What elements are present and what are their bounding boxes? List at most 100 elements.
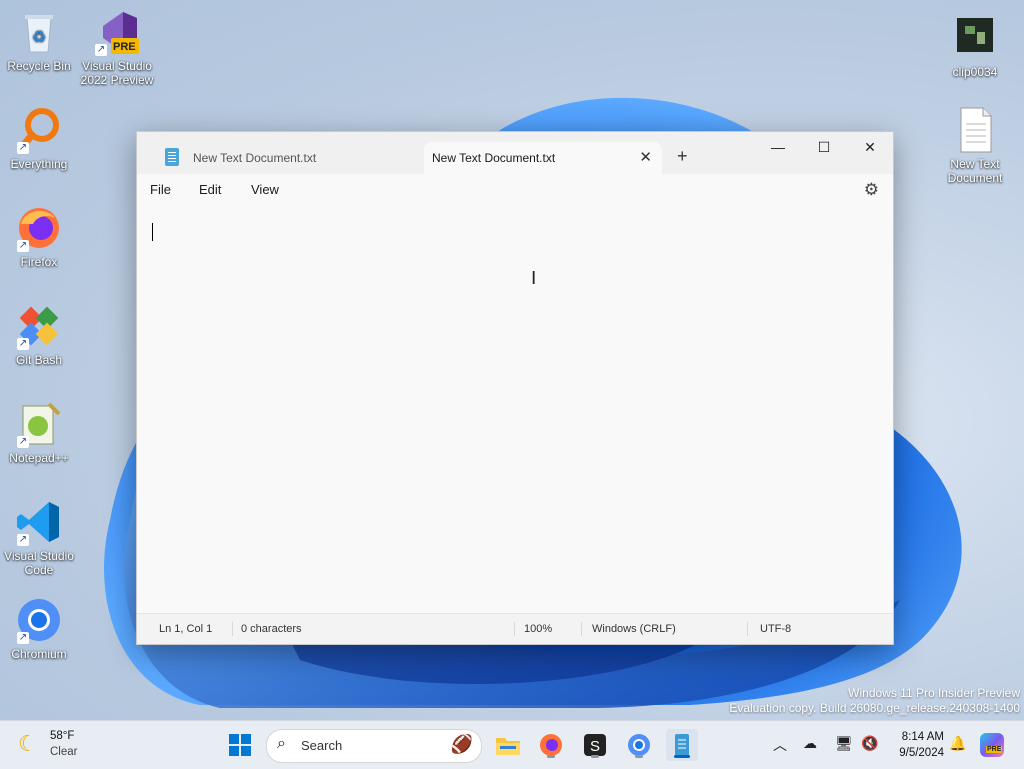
watermark-line2: Evaluation copy. Build 26080.ge_release.… <box>729 701 1020 715</box>
desktop-icon-label: Visual Studio Code <box>4 549 74 577</box>
new-tab-button[interactable]: + <box>677 146 688 167</box>
status-separator <box>232 622 233 636</box>
text-caret <box>152 223 153 241</box>
close-tab-icon[interactable]: ✕ <box>639 142 652 174</box>
shortcut-arrow-icon: ↗ <box>17 338 29 350</box>
taskbar-app-s[interactable]: S <box>579 729 611 761</box>
desktop-icon-notepad-plus-plus[interactable]: ↗ Notepad++ <box>0 400 78 465</box>
desktop-icon-label: Visual Studio 2022 Preview <box>80 59 154 87</box>
menu-edit[interactable]: Edit <box>199 182 221 197</box>
weather-widget[interactable]: ☾ 58°F Clear <box>16 729 106 761</box>
tab-inactive[interactable]: New Text Document.txt <box>149 142 421 174</box>
status-separator <box>747 622 748 636</box>
everything-search-icon: ↗ <box>15 106 63 154</box>
tab-active[interactable]: New Text Document.txt ✕ <box>424 142 662 174</box>
desktop-icon-recycle-bin[interactable]: ♻ Recycle Bin <box>0 8 78 73</box>
shortcut-arrow-icon: ↗ <box>17 240 29 252</box>
settings-gear-icon[interactable]: ⚙ <box>864 180 879 200</box>
notepad-plus-plus-icon: ↗ <box>15 400 63 448</box>
minimize-button[interactable]: — <box>755 132 801 162</box>
shortcut-arrow-icon: ↗ <box>17 632 29 644</box>
taskbar-clock[interactable]: 8:14 AM 9/5/2024 <box>880 729 944 761</box>
taskbar-search-box[interactable]: ⌕ Search 🏈 <box>266 729 482 763</box>
status-separator <box>581 622 582 636</box>
network-monitor-icon[interactable]: 🖥 <box>835 735 853 752</box>
chromium-icon: ↗ <box>15 596 63 644</box>
notification-bell-icon[interactable]: 🔔 <box>949 735 966 752</box>
onedrive-cloud-icon[interactable]: ☁ <box>803 735 817 752</box>
menu-bar: File Edit View ⚙ <box>137 174 893 206</box>
shortcut-arrow-icon: ↗ <box>95 44 107 56</box>
running-indicator <box>591 755 599 758</box>
windows-logo-icon <box>229 734 251 756</box>
maximize-button[interactable]: ☐ <box>801 132 847 162</box>
weather-temperature: 58°F <box>50 730 75 742</box>
desktop-icon-label: Chromium <box>11 647 67 661</box>
watermark-line1: Windows 11 Pro Insider Preview <box>848 686 1020 700</box>
text-file-icon <box>951 106 999 154</box>
status-bar: Ln 1, Col 1 0 characters 100% Windows (C… <box>137 613 893 644</box>
taskbar-chromium[interactable] <box>623 729 655 761</box>
clock-time: 8:14 AM <box>901 731 944 743</box>
svg-text:♻: ♻ <box>32 29 46 46</box>
title-bar[interactable]: New Text Document.txt New Text Document.… <box>137 132 893 174</box>
close-window-button[interactable]: ✕ <box>847 132 893 162</box>
recycle-bin-icon: ♻ <box>15 8 63 56</box>
mouse-ibeam-cursor-icon: I <box>531 268 537 289</box>
preview-badge: PRE <box>113 41 136 53</box>
volume-muted-icon[interactable]: 🔇 <box>861 735 878 752</box>
svg-text:S: S <box>590 738 600 755</box>
taskbar-firefox[interactable] <box>535 729 567 761</box>
tab-label: New Text Document.txt <box>432 151 556 165</box>
copilot-pre-badge: PRE <box>986 746 1003 753</box>
desktop-icon-new-text-document[interactable]: New Text Document <box>936 106 1014 185</box>
moon-weather-icon: ☾ <box>18 731 38 756</box>
status-cursor-position: Ln 1, Col 1 <box>159 623 213 635</box>
desktop-icon-firefox[interactable]: ↗ Firefox <box>0 204 78 269</box>
git-bash-icon: ↗ <box>15 302 63 350</box>
taskbar-notepad[interactable] <box>666 729 698 761</box>
active-indicator <box>674 755 690 758</box>
copilot-preview-button[interactable]: PRE <box>980 733 1004 757</box>
menu-view[interactable]: View <box>251 182 279 197</box>
shortcut-arrow-icon: ↗ <box>17 436 29 448</box>
clock-date: 9/5/2024 <box>899 747 944 759</box>
desktop-icon-visual-studio-code[interactable]: ↗ Visual Studio Code <box>0 498 78 577</box>
firefox-icon: ↗ <box>15 204 63 252</box>
search-label: Search <box>301 738 343 753</box>
status-character-count: 0 characters <box>241 623 302 635</box>
search-highlight-icon: 🏈 <box>450 734 473 754</box>
video-thumbnail-icon <box>951 14 999 62</box>
shortcut-arrow-icon: ↗ <box>17 534 29 546</box>
desktop-icon-label: Everything <box>10 157 68 171</box>
search-icon: ⌕ <box>277 735 286 752</box>
desktop-icon-label: Notepad++ <box>9 451 69 465</box>
desktop-icon-chromium[interactable]: ↗ Chromium <box>0 596 78 661</box>
desktop-icon-git-bash[interactable]: ↗ Git Bash <box>0 302 78 367</box>
status-encoding[interactable]: UTF-8 <box>760 623 791 635</box>
desktop-icon-label: clip0034 <box>952 65 998 79</box>
running-indicator <box>635 755 643 758</box>
show-hidden-icons-chevron-icon[interactable]: ︿ <box>773 735 787 755</box>
taskbar: ☾ 58°F Clear ⌕ Search 🏈 S ︿ ☁ 🖥 🔇 8:14 A… <box>0 720 1024 769</box>
running-indicator <box>547 755 555 758</box>
vscode-icon: ↗ <box>15 498 63 546</box>
start-button[interactable] <box>224 729 256 761</box>
taskbar-file-explorer[interactable] <box>492 729 524 761</box>
desktop-icon-label: Recycle Bin <box>7 59 71 73</box>
shortcut-arrow-icon: ↗ <box>17 142 29 154</box>
status-line-ending[interactable]: Windows (CRLF) <box>592 623 676 635</box>
desktop-icon-label: New Text Document <box>947 157 1003 185</box>
visual-studio-preview-icon: PRE ↗ <box>93 8 141 56</box>
folder-icon <box>496 738 520 755</box>
desktop-icon-clip0034[interactable]: clip0034 <box>936 14 1014 79</box>
desktop-icon-everything[interactable]: ↗ Everything <box>0 106 78 171</box>
menu-file[interactable]: File <box>150 182 171 197</box>
notepad-app-icon <box>165 148 179 166</box>
status-zoom[interactable]: 100% <box>524 623 552 635</box>
desktop-icon-visual-studio-2022-preview[interactable]: PRE ↗ Visual Studio 2022 Preview <box>78 8 156 87</box>
weather-condition: Clear <box>50 746 78 758</box>
status-separator <box>514 622 515 636</box>
text-editor-area[interactable]: I <box>137 206 893 614</box>
notepad-window[interactable]: New Text Document.txt New Text Document.… <box>136 131 894 645</box>
